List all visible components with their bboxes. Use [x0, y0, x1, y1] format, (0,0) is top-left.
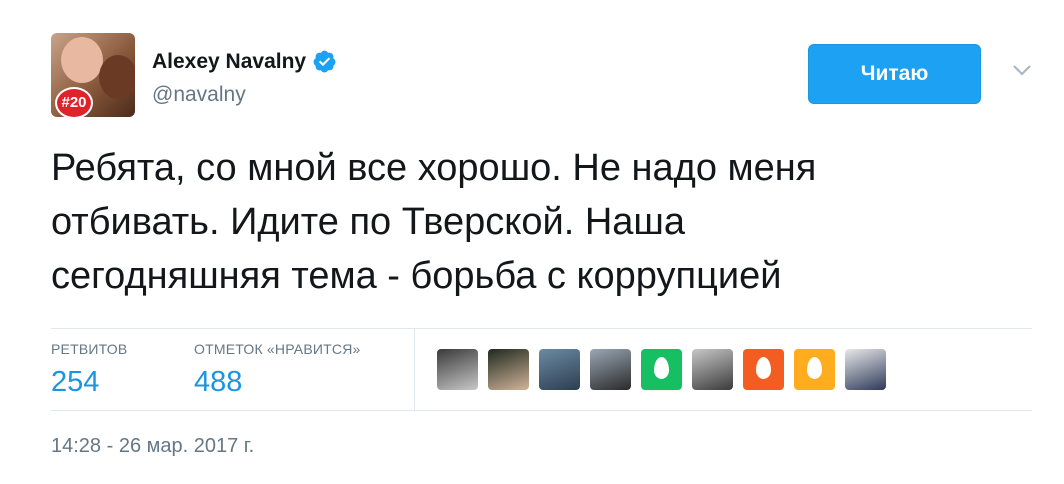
likers-avatars — [437, 349, 896, 390]
retweets-count[interactable]: 254 — [51, 366, 127, 399]
liker-avatar[interactable] — [590, 349, 631, 390]
tweet-text-line: Ребята, со мной все хорошо. Не надо меня — [51, 147, 817, 189]
tweet-text-line: отбивать. Идите по Тверской. Наша — [51, 201, 686, 243]
liker-avatar[interactable] — [539, 349, 580, 390]
author-name[interactable]: Alexey Navalny — [152, 50, 306, 74]
likes-stat[interactable]: ОТМЕТОК «НРАВИТСЯ» 488 — [194, 341, 361, 399]
liker-avatar[interactable] — [488, 349, 529, 390]
retweets-stat[interactable]: РЕТВИТОВ 254 — [51, 341, 127, 399]
default-egg-icon — [807, 357, 822, 379]
likes-label: ОТМЕТОК «НРАВИТСЯ» — [194, 341, 361, 357]
verified-badge-icon — [313, 50, 336, 73]
author-avatar[interactable]: #20 — [51, 33, 135, 117]
divider — [51, 328, 1032, 329]
tweet-text: Ребята, со мной все хорошо. Не надо меня… — [51, 141, 1011, 303]
stats-separator — [414, 329, 415, 410]
chevron-down-icon[interactable] — [1012, 64, 1032, 78]
liker-avatar[interactable] — [794, 349, 835, 390]
avatar-badge: #20 — [55, 87, 93, 117]
liker-avatar[interactable] — [641, 349, 682, 390]
default-egg-icon — [654, 357, 669, 379]
avatar-figure — [61, 37, 103, 83]
liker-avatar[interactable] — [743, 349, 784, 390]
tweet-text-line: сегодняшняя тема - борьба с коррупцией — [51, 255, 782, 297]
default-egg-icon — [756, 357, 771, 379]
likes-count[interactable]: 488 — [194, 366, 361, 399]
liker-avatar[interactable] — [437, 349, 478, 390]
divider — [51, 410, 1032, 411]
retweets-label: РЕТВИТОВ — [51, 341, 128, 357]
tweet-timestamp[interactable]: 14:28 - 26 мар. 2017 г. — [51, 435, 254, 458]
avatar-figure — [99, 55, 135, 99]
liker-avatar[interactable] — [845, 349, 886, 390]
author-name-row[interactable]: Alexey Navalny — [152, 49, 337, 74]
author-handle[interactable]: @navalny — [152, 83, 246, 107]
follow-button[interactable]: Читаю — [808, 44, 981, 104]
liker-avatar[interactable] — [692, 349, 733, 390]
